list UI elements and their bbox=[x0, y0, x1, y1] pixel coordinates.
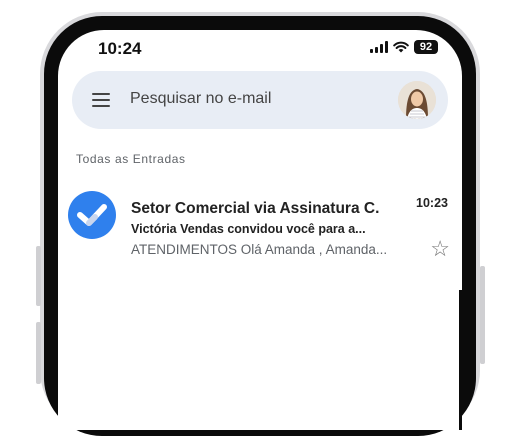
search-input[interactable]: Pesquisar no e-mail bbox=[130, 90, 271, 108]
volume-down-button bbox=[36, 322, 41, 384]
status-time: 10:24 bbox=[98, 39, 142, 58]
battery-icon: 92 bbox=[414, 40, 438, 54]
email-sender: Setor Comercial via Assinatura C. bbox=[131, 200, 380, 217]
status-icons: 92 bbox=[370, 40, 438, 54]
volume-up-button bbox=[36, 246, 41, 306]
email-snippet: ATENDIMENTOS Olá Amanda , Amanda... bbox=[131, 242, 388, 257]
signal-icon bbox=[370, 41, 388, 53]
sender-avatar bbox=[68, 191, 116, 239]
checkmark-icon bbox=[77, 204, 107, 226]
search-bar[interactable]: Pesquisar no e-mail bbox=[72, 71, 448, 129]
email-list-item[interactable]: Setor Comercial via Assinatura C. Victór… bbox=[58, 180, 462, 270]
power-button bbox=[480, 266, 485, 364]
star-icon[interactable]: ☆ bbox=[430, 238, 450, 260]
profile-avatar[interactable] bbox=[398, 81, 436, 119]
wifi-icon bbox=[393, 41, 409, 53]
profile-photo-icon bbox=[398, 81, 436, 119]
email-time: 10:23 bbox=[416, 196, 448, 210]
email-subject: Victória Vendas convidou você para a... bbox=[131, 222, 366, 236]
phone-screen: 10:24 92 Pesquisar no e-mail Todas as En… bbox=[58, 30, 462, 430]
section-label: Todas as Entradas bbox=[76, 152, 186, 166]
menu-icon[interactable] bbox=[92, 93, 110, 107]
screen-edge bbox=[459, 290, 462, 430]
